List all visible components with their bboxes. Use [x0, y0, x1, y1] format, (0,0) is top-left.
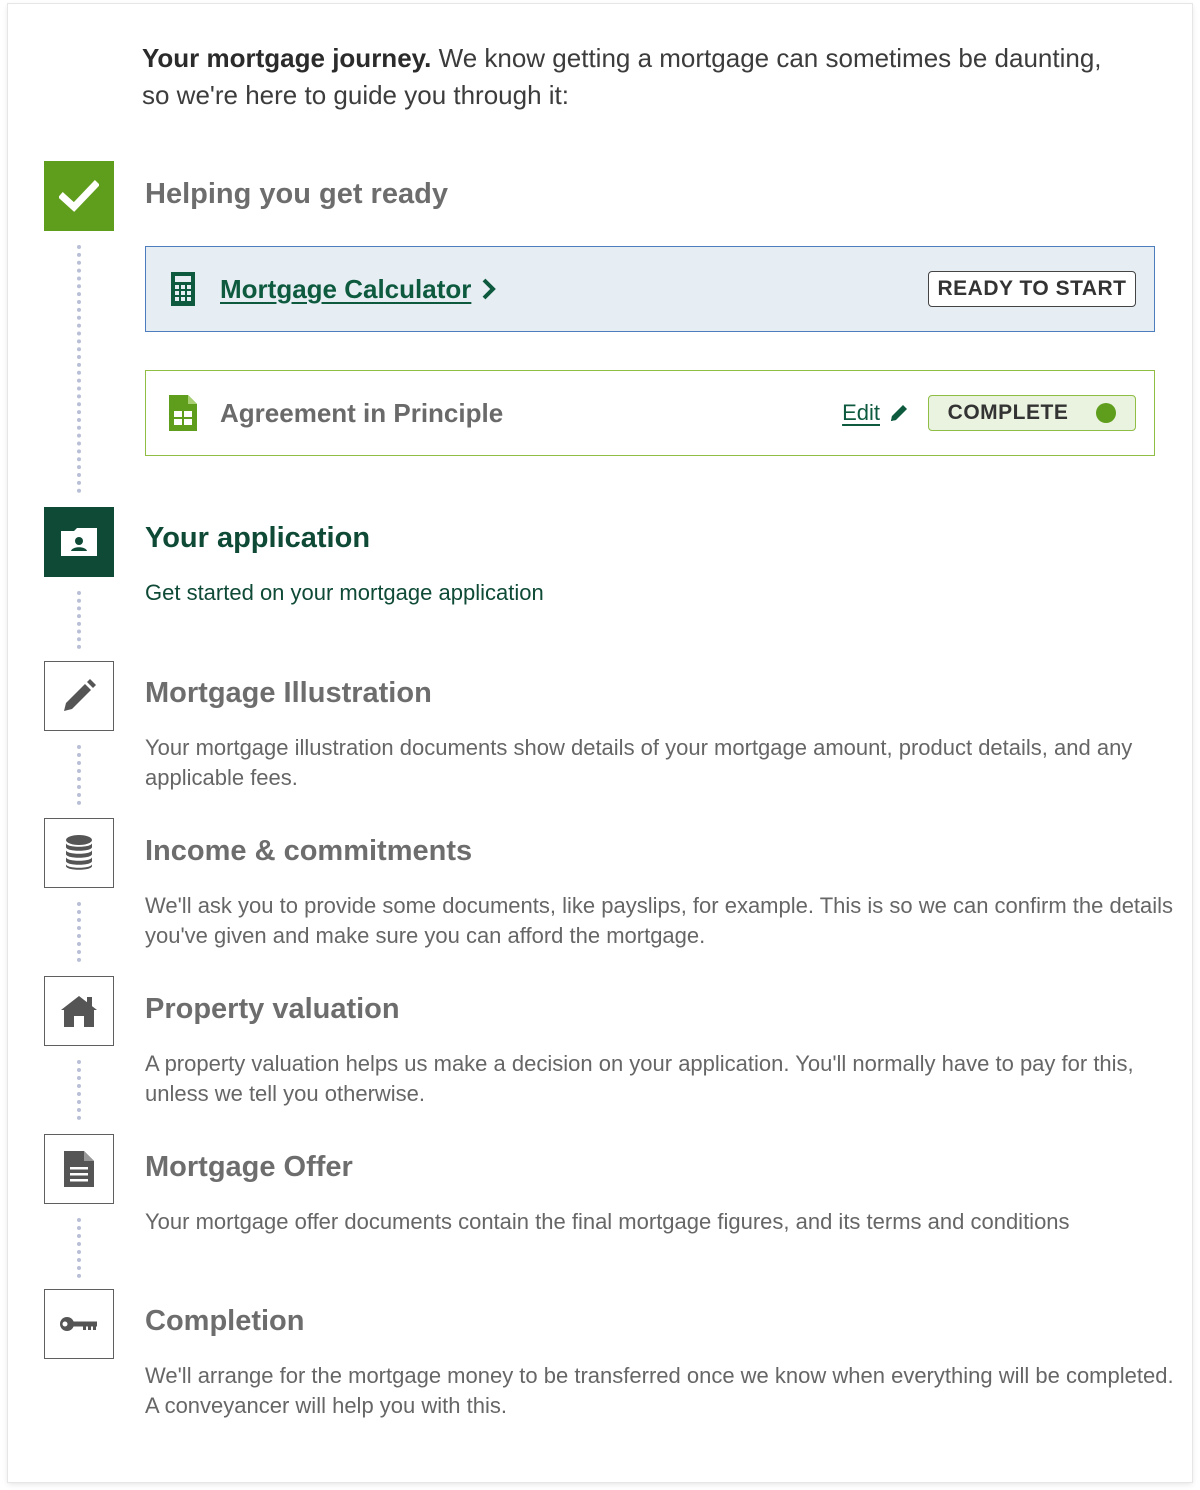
timeline-connector: [77, 245, 81, 493]
house-icon: [61, 996, 97, 1027]
edit-label: Edit: [842, 400, 880, 425]
calculator-icon: [166, 269, 200, 309]
pencil-icon: [64, 679, 96, 711]
id-card-folder-icon: [61, 528, 97, 556]
step-title-completion: Completion: [145, 1305, 305, 1337]
intro-heading: Your mortgage journey.: [142, 43, 432, 73]
step-marker-offer: [44, 1134, 114, 1204]
step-desc-your-application: Get started on your mortgage application: [145, 580, 544, 605]
timeline-connector: [77, 591, 81, 649]
key-icon: [60, 1317, 97, 1331]
intro-text: Your mortgage journey. We know getting a…: [142, 40, 1132, 114]
step-complete-marker: [44, 161, 114, 231]
step-marker-valuation: [44, 976, 114, 1046]
task-card-mortgage-calculator[interactable]: Mortgage Calculator READY TO START: [145, 246, 1155, 332]
task-card-agreement-in-principle: Agreement in Principle Edit COMPLETE: [145, 370, 1155, 456]
step-desc-mortgage-offer: Your mortgage offer documents contain th…: [145, 1209, 1070, 1234]
timeline-connector: [77, 1218, 81, 1278]
status-badge-complete: COMPLETE: [928, 395, 1136, 431]
step-marker-illustration: [44, 661, 114, 731]
pencil-icon: [891, 405, 907, 421]
step-active-marker: [44, 507, 114, 577]
checkmark-icon: [59, 180, 99, 212]
coin-stack-icon: [66, 835, 92, 870]
timeline-connector: [77, 745, 81, 805]
step-desc-mortgage-illustration: Your mortgage illustration documents sho…: [145, 735, 1133, 790]
step-title-income-commitments: Income & commitments: [145, 835, 473, 867]
step-title-mortgage-illustration: Mortgage Illustration: [145, 677, 432, 709]
timeline-connector: [77, 1060, 81, 1120]
status-complete-label: COMPLETE: [947, 401, 1069, 424]
step-title-property-valuation: Property valuation: [145, 993, 400, 1025]
step-title-getting-ready: Helping you get ready: [145, 178, 448, 210]
step-desc-income-commitments: We'll ask you to provide some documents,…: [145, 893, 1174, 948]
step-marker-income: [44, 818, 114, 888]
step-desc-property-valuation: A property valuation helps us make a dec…: [145, 1051, 1134, 1106]
step-desc-completion: We'll arrange for the mortgage money to …: [145, 1363, 1174, 1418]
timeline-connector: [77, 902, 81, 962]
status-dot-icon: [1096, 403, 1117, 423]
document-icon: [64, 1151, 94, 1187]
agreement-in-principle-label: Agreement in Principle: [220, 397, 504, 428]
step-marker-completion: [44, 1289, 114, 1359]
mortgage-calculator-link[interactable]: Mortgage Calculator: [220, 274, 471, 305]
step-title-mortgage-offer: Mortgage Offer: [145, 1151, 353, 1183]
step-title-your-application: Your application: [145, 522, 371, 554]
edit-aip-link[interactable]: Edit: [842, 400, 910, 426]
spreadsheet-icon: [166, 393, 200, 433]
chevron-right-icon: [482, 278, 497, 300]
status-badge-ready: READY TO START: [928, 271, 1136, 307]
